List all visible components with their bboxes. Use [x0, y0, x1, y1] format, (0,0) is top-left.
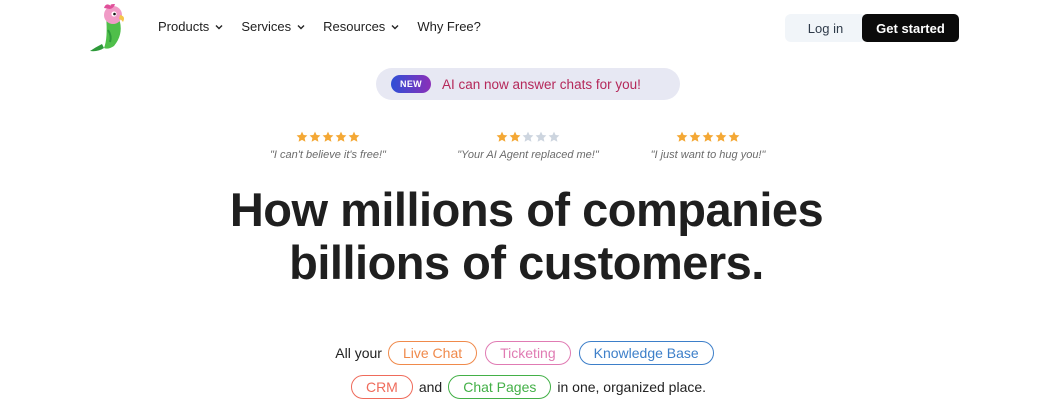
nav-services-label: Services	[241, 19, 292, 34]
star-filled-icon	[296, 131, 308, 142]
features-line-2: CRM and Chat Pages in one, organized pla…	[0, 375, 1053, 399]
star-filled-icon	[348, 131, 360, 142]
get-started-button[interactable]: Get started	[862, 14, 959, 42]
nav-why-free-label: Why Free?	[417, 19, 481, 34]
nav-products-label: Products	[158, 19, 210, 34]
new-badge: NEW	[391, 75, 431, 93]
review-1: "I can't believe it's free!"	[233, 131, 423, 161]
pill-ticketing[interactable]: Ticketing	[485, 341, 571, 365]
star-filled-icon	[702, 131, 714, 142]
review-2: "Your AI Agent replaced me!"	[433, 131, 623, 161]
pill-live-chat[interactable]: Live Chat	[387, 341, 478, 365]
parrot-logo[interactable]	[86, 2, 136, 52]
review-3: "I just want to hug you!"	[613, 131, 803, 161]
announcement-text: AI can now answer chats for you!	[442, 76, 641, 92]
star-filled-icon	[322, 131, 334, 142]
star-empty-icon	[548, 131, 560, 142]
star-rating	[433, 131, 623, 145]
review-quote: "Your AI Agent replaced me!"	[457, 149, 599, 161]
star-filled-icon	[509, 131, 521, 142]
star-filled-icon	[335, 131, 347, 142]
pill-knowledge-base[interactable]: Knowledge Base	[578, 341, 714, 365]
nav-products[interactable]: Products	[158, 19, 223, 34]
star-filled-icon	[715, 131, 727, 142]
headline-line-1: How millions of companies	[229, 183, 824, 236]
login-button[interactable]: Log in	[785, 14, 866, 42]
nav-resources[interactable]: Resources	[323, 19, 399, 34]
star-filled-icon	[309, 131, 321, 142]
features-suffix: in one, organized place.	[557, 379, 707, 395]
chevron-down-icon	[297, 24, 305, 29]
pill-chat-pages[interactable]: Chat Pages	[448, 375, 552, 399]
star-filled-icon	[689, 131, 701, 142]
chevron-down-icon	[215, 24, 223, 29]
nav-services[interactable]: Services	[241, 19, 305, 34]
star-empty-icon	[522, 131, 534, 142]
headline-line-2: billions of customers.	[289, 236, 764, 289]
features-and: and	[418, 379, 443, 395]
hero-headline: How millions of companies billions of cu…	[150, 183, 903, 289]
chevron-down-icon	[391, 24, 399, 29]
star-empty-icon	[535, 131, 547, 142]
pill-crm[interactable]: CRM	[350, 375, 413, 399]
announcement-banner[interactable]: NEW AI can now answer chats for you!	[376, 68, 680, 100]
star-rating	[613, 131, 803, 145]
nav-why-free[interactable]: Why Free?	[417, 19, 481, 34]
review-quote: "I can't believe it's free!"	[270, 149, 386, 161]
star-filled-icon	[728, 131, 740, 142]
star-filled-icon	[496, 131, 508, 142]
star-rating	[233, 131, 423, 145]
nav-resources-label: Resources	[323, 19, 386, 34]
star-filled-icon	[676, 131, 688, 142]
top-navigation: Products Services Resources Why Free? Lo…	[0, 0, 1053, 56]
review-quote: "I just want to hug you!"	[650, 149, 766, 161]
features-prefix: All your	[335, 345, 382, 361]
main-menu: Products Services Resources Why Free?	[158, 19, 499, 34]
features-line-1: All your Live Chat Ticketing Knowledge B…	[0, 341, 1053, 365]
